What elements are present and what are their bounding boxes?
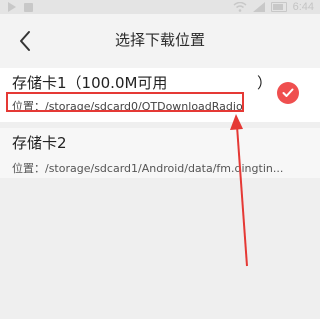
storage-list: 存储卡1（100.0M可用 ） 位置：/storage/sdcard0/QTDo… xyxy=(0,68,320,178)
play-icon xyxy=(8,2,16,12)
checkmark-icon xyxy=(282,88,294,97)
status-right-icons: 6:44 xyxy=(233,0,314,14)
header: 选择下载位置 xyxy=(0,14,320,69)
battery-icon xyxy=(270,2,287,12)
storage-option-title: 存储卡1（100.0M可用 xyxy=(12,74,168,92)
wifi-icon xyxy=(233,2,247,12)
status-bar: 6:44 xyxy=(0,0,320,14)
storage-option-1[interactable]: 存储卡1（100.0M可用 ） 位置：/storage/sdcard0/QTDo… xyxy=(0,68,320,122)
status-left-icons xyxy=(8,2,33,12)
signal-icon xyxy=(252,2,265,12)
status-time: 6:44 xyxy=(292,1,314,13)
storage-option-2[interactable]: 存储卡2 位置：/storage/sdcard1/Android/data/fm… xyxy=(0,128,320,178)
selected-check-icon[interactable] xyxy=(277,82,299,104)
storage-option-title-paren: ） xyxy=(257,74,273,92)
square-icon xyxy=(24,2,33,12)
annotation-highlight-box xyxy=(6,92,244,112)
storage-option-location: 位置：/storage/sdcard1/Android/data/fm.qing… xyxy=(12,162,284,175)
storage-option-title: 存储卡2 xyxy=(12,134,67,152)
page-title: 选择下载位置 xyxy=(114,31,205,49)
